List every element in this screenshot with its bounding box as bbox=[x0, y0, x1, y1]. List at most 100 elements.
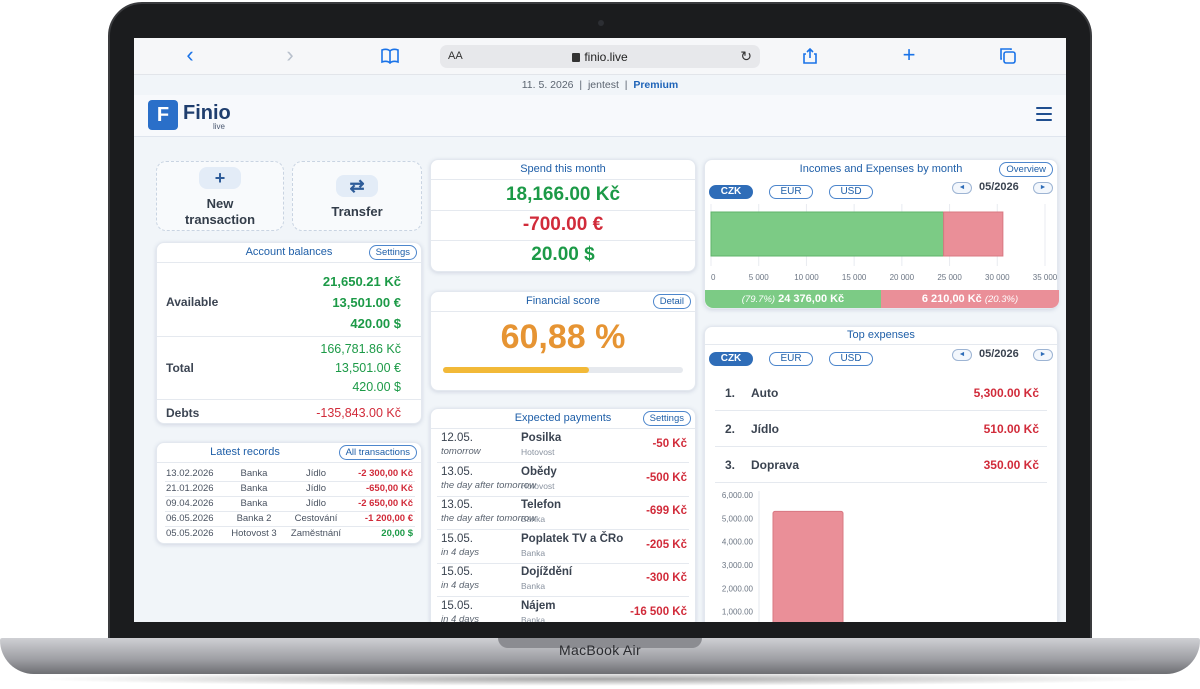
payment-name: Nájem bbox=[521, 600, 556, 612]
payment-amount: -500 Kč bbox=[646, 471, 687, 484]
table-row[interactable]: 06.05.2026 Banka 2 Cestování -1 200,00 € bbox=[157, 512, 421, 527]
financial-score-track bbox=[443, 367, 683, 373]
expense-value: 6 210,00 Kč bbox=[921, 293, 982, 305]
spend-eur: -700.00 € bbox=[522, 214, 604, 235]
url-display: finio.live bbox=[440, 50, 760, 64]
top-expenses-chart: 6,000.00 5,000.00 4,000.00 3,000.00 2,000.00… bbox=[722, 491, 844, 622]
record-category: Cestování bbox=[294, 513, 338, 524]
expense-summary: 6 210,00 Kč (20.3%) bbox=[881, 290, 1059, 308]
divider bbox=[157, 336, 421, 337]
plus-icon[interactable]: + bbox=[899, 44, 919, 66]
browser-toolbar: ‹ › AA finio.live ↻ + bbox=[134, 38, 1066, 75]
divider bbox=[431, 210, 695, 211]
payment-name: Posilka bbox=[521, 432, 562, 444]
list-item[interactable]: 15.05. Banka in 4 days Poplatek TV a ČRo -20… bbox=[431, 531, 695, 564]
new-transaction-button[interactable]: + New transaction bbox=[156, 161, 284, 231]
payment-amount: -300 Kč bbox=[646, 572, 687, 585]
spend-czk: 18,166.00 Kč bbox=[505, 184, 621, 205]
divider bbox=[157, 262, 421, 263]
currency-usd-button[interactable]: USD bbox=[829, 352, 873, 366]
all-transactions-button[interactable]: All transactions bbox=[338, 445, 417, 460]
payment-date: 13.05. bbox=[441, 465, 473, 478]
y-tick-label: 4,000.00 bbox=[722, 538, 754, 547]
currency-eur-button[interactable]: EUR bbox=[769, 185, 813, 199]
list-item[interactable]: 12.05. Hotovost tomorrow Posilka -50 Kč bbox=[431, 430, 695, 463]
currency-eur-button[interactable]: EUR bbox=[769, 352, 813, 366]
bar-incomes[interactable] bbox=[710, 211, 945, 257]
expense-category: Jídlo bbox=[751, 422, 780, 436]
list-item[interactable]: 13.05. Hotovost the day after tomorrow Oběd… bbox=[431, 464, 695, 497]
table-row[interactable]: 09.04.2026 Banka Jídlo -2 650,00 Kč bbox=[157, 497, 421, 512]
new-transaction-label-2: transaction bbox=[184, 212, 256, 227]
account-balances-settings-button[interactable]: Settings bbox=[368, 245, 417, 260]
plan-badge[interactable]: Premium bbox=[633, 79, 678, 91]
expense-amount: 510.00 Kč bbox=[983, 422, 1039, 436]
top-expenses-title: Top expenses bbox=[847, 329, 915, 341]
payment-amount: -16 500 Kč bbox=[630, 606, 687, 618]
laptop-brand: MacBook Air bbox=[559, 642, 641, 658]
share-icon[interactable] bbox=[800, 47, 820, 67]
financial-score-card: Financial score Detail 60,88 % bbox=[430, 291, 696, 391]
divider bbox=[157, 462, 421, 463]
expected-payments-settings-button[interactable]: Settings bbox=[642, 411, 691, 426]
list-item[interactable]: 13.05. Banka the day after tomorrow Telefon… bbox=[431, 497, 695, 531]
list-item[interactable]: 15.05. Banka in 4 days Nájem -16 500 Kč bbox=[431, 598, 695, 622]
period-label: 05/2026 bbox=[979, 348, 1019, 360]
chevron-right-icon[interactable]: › bbox=[280, 44, 300, 66]
payment-date: 15.05. bbox=[441, 532, 473, 545]
transfer-button[interactable]: ⇄ Transfer bbox=[292, 161, 422, 231]
list-item[interactable]: 2. Jídlo 510.00 Kč bbox=[715, 411, 1047, 447]
previous-month-button[interactable]: ◄ bbox=[952, 182, 972, 194]
url-text: finio.live bbox=[584, 50, 628, 64]
payment-due-note: in 4 days bbox=[441, 614, 480, 622]
income-value: 24 376,00 Kč bbox=[778, 293, 845, 305]
overview-button[interactable]: Overview bbox=[999, 162, 1053, 177]
next-month-button[interactable]: ► bbox=[1033, 349, 1053, 361]
chevron-left-icon[interactable]: ‹ bbox=[180, 44, 200, 66]
payment-due-note: the day after tomorrow bbox=[441, 479, 537, 491]
income-percent: (79.7%) bbox=[741, 294, 776, 305]
payment-date: 12.05. bbox=[441, 432, 473, 444]
user-info-line: 11. 5. 2026 | jentest | Premium bbox=[134, 79, 1066, 91]
record-date: 05.05.2026 bbox=[166, 528, 214, 539]
tabs-icon[interactable] bbox=[998, 47, 1018, 67]
expense-rank: 3. bbox=[725, 458, 736, 472]
record-amount: -650,00 Kč bbox=[365, 483, 413, 494]
available-eur: 13,501.00 € bbox=[332, 295, 401, 310]
top-expenses-card: Top expenses CZK EUR USD ◄ 05/2026 ► 1. A… bbox=[704, 326, 1058, 622]
record-account: Banka 2 bbox=[236, 513, 272, 524]
address-bar[interactable]: AA finio.live ↻ bbox=[440, 45, 760, 68]
book-icon[interactable] bbox=[378, 47, 402, 67]
x-tick-label: 5 000 bbox=[749, 273, 770, 282]
bar-auto[interactable] bbox=[772, 510, 844, 622]
list-item[interactable]: 15.05. Banka in 4 days Dojíždění -300 Kč bbox=[431, 564, 695, 598]
bar-expenses[interactable] bbox=[943, 211, 1004, 257]
payment-amount: -699 Kč bbox=[646, 505, 687, 518]
hamburger-menu-icon[interactable] bbox=[1036, 107, 1052, 121]
y-tick-label: 2,000.00 bbox=[722, 584, 754, 593]
table-row[interactable]: 13.02.2026 Banka Jídlo -2 300,00 Kč bbox=[157, 467, 421, 482]
currency-czk-button[interactable]: CZK bbox=[709, 352, 753, 366]
reload-icon[interactable]: ↻ bbox=[740, 48, 752, 65]
record-date: 06.05.2026 bbox=[166, 513, 214, 524]
payment-due-note: in 4 days bbox=[441, 580, 480, 592]
finio-logo-icon[interactable]: F bbox=[148, 100, 178, 130]
divider bbox=[431, 311, 695, 312]
expense-rank: 1. bbox=[725, 386, 736, 400]
spend-title: Spend this month bbox=[520, 163, 606, 175]
table-row[interactable]: 21.01.2026 Banka Jídlo -650,00 Kč bbox=[157, 482, 421, 497]
x-tick-label: 25 000 bbox=[937, 273, 962, 282]
previous-month-button[interactable]: ◄ bbox=[952, 349, 972, 361]
currency-czk-button[interactable]: CZK bbox=[709, 185, 753, 199]
list-item[interactable]: 3. Doprava 350.00 Kč bbox=[715, 447, 1047, 483]
x-tick-label: 30 000 bbox=[985, 273, 1010, 282]
next-month-button[interactable]: ► bbox=[1033, 182, 1053, 194]
app-header: F Finio live bbox=[134, 95, 1066, 137]
available-usd: 420.00 $ bbox=[350, 316, 401, 331]
financial-score-detail-button[interactable]: Detail bbox=[652, 294, 691, 309]
table-row[interactable]: 05.05.2026 Hotovost 3 Zaměstnání 20,00 $ bbox=[157, 527, 421, 542]
payment-account: Banka bbox=[521, 581, 546, 592]
currency-usd-button[interactable]: USD bbox=[829, 185, 873, 199]
list-item[interactable]: 1. Auto 5,300.00 Kč bbox=[715, 375, 1047, 411]
divider bbox=[157, 399, 421, 400]
